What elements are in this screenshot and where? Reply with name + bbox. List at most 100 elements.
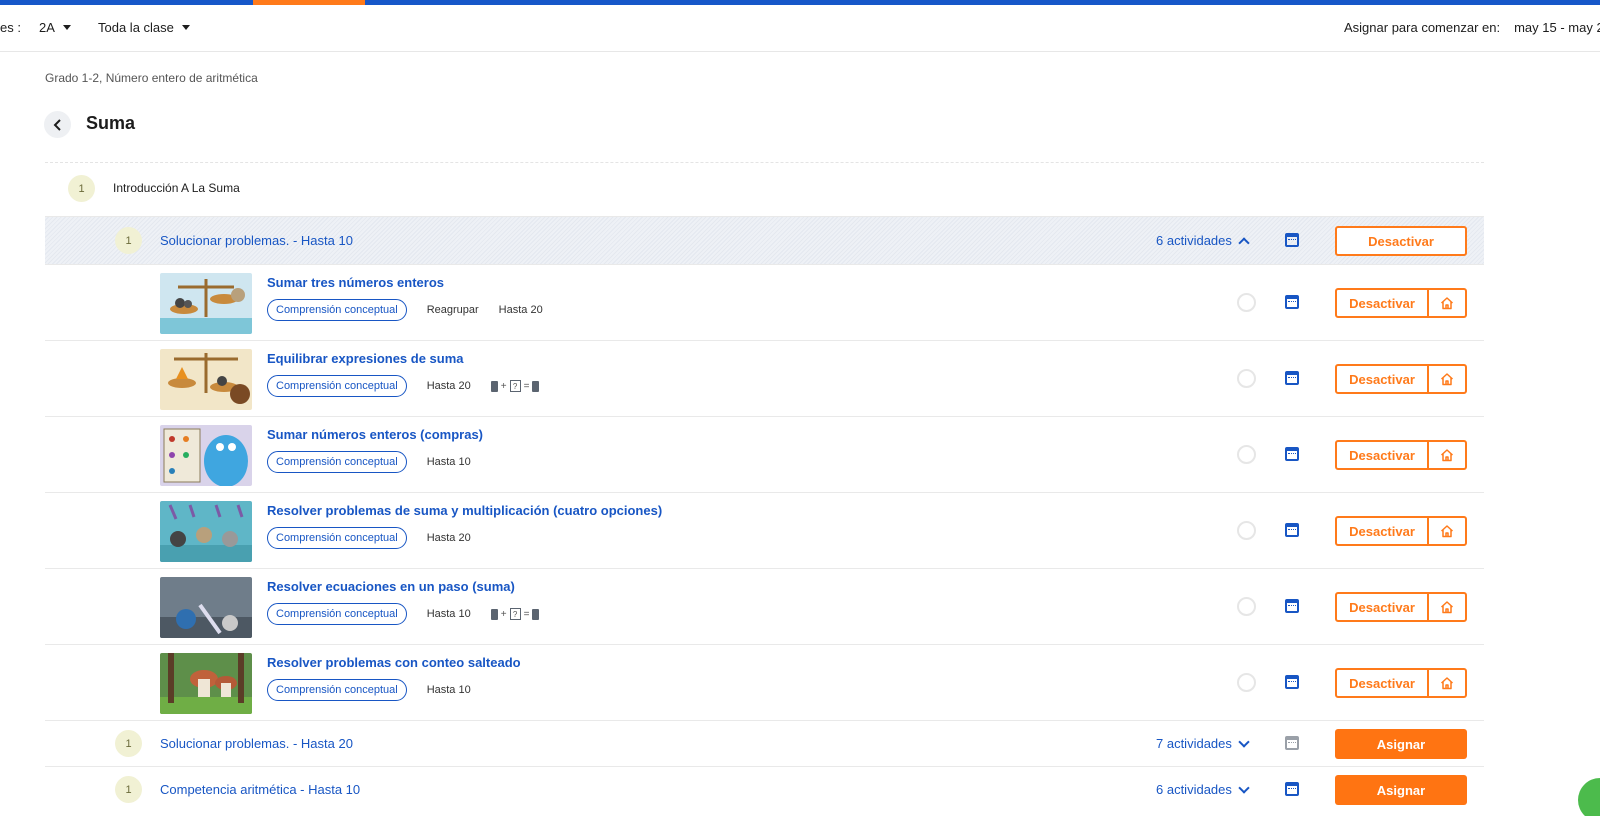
deactivate-split-button: Desactivar	[1335, 440, 1467, 470]
activity-list: 1 Introducción A La Suma 1 Solucionar pr…	[45, 162, 1484, 805]
lesson-row[interactable]: 1 Solucionar problemas. - Hasta 10 6 act…	[45, 217, 1484, 265]
lesson-name[interactable]: Solucionar problemas. - Hasta 10	[160, 233, 353, 248]
equation-block	[532, 380, 540, 392]
equation-icon: +? =	[490, 380, 540, 392]
calendar-icon[interactable]	[1285, 675, 1299, 689]
activity-row: Resolver ecuaciones en un paso (suma) Co…	[45, 569, 1484, 645]
equation-plus: +	[500, 380, 507, 392]
home-icon	[1440, 373, 1454, 386]
equation-block	[490, 608, 498, 620]
unit-number-badge: 1	[68, 175, 95, 202]
equation-unknown-box: ?	[509, 380, 521, 392]
activity-count-toggle[interactable]: 6 actividades	[1156, 781, 1250, 797]
skill-tag: Comprensión conceptual	[267, 527, 407, 549]
calendar-icon[interactable]	[1285, 371, 1299, 385]
home-icon	[1440, 297, 1454, 310]
lesson-number-badge: 1	[115, 776, 142, 803]
class-value: 2A	[38, 20, 55, 35]
activity-thumbnail[interactable]	[160, 501, 252, 562]
deactivate-split-button: Desactivar	[1335, 288, 1467, 318]
progress-indicator	[1237, 673, 1256, 692]
calendar-icon[interactable]	[1285, 233, 1299, 247]
activity-thumbnail[interactable]	[160, 349, 252, 410]
lesson-name[interactable]: Solucionar problemas. - Hasta 20	[160, 736, 353, 751]
lesson-row[interactable]: 1 Competencia aritmética - Hasta 10 6 ac…	[45, 767, 1484, 813]
lesson-row[interactable]: 1 Solucionar problemas. - Hasta 20 7 act…	[45, 721, 1484, 767]
progress-indicator	[1237, 293, 1256, 312]
assign-date-range[interactable]: Asignar para comenzar en: may 15 - may 2…	[1344, 20, 1600, 35]
calendar-icon[interactable]	[1285, 736, 1299, 750]
home-assign-button[interactable]	[1429, 366, 1465, 392]
activity-tags: Comprensión conceptual Hasta 10	[267, 679, 471, 701]
deactivate-button[interactable]: Desactivar	[1337, 670, 1429, 696]
deactivate-split-button: Desactivar	[1335, 592, 1467, 622]
deactivate-button[interactable]: Desactivar	[1337, 290, 1429, 316]
help-chat-button[interactable]	[1578, 778, 1600, 816]
skill-tag: Comprensión conceptual	[267, 375, 407, 397]
chevron-down-icon	[181, 25, 190, 30]
assign-button[interactable]: Asignar	[1335, 775, 1467, 805]
skill-tag: Comprensión conceptual	[267, 299, 407, 321]
class-label: es :	[0, 20, 21, 35]
activity-thumbnail[interactable]	[160, 577, 252, 638]
deactivate-button[interactable]: Desactivar	[1337, 594, 1429, 620]
calendar-icon[interactable]	[1285, 523, 1299, 537]
activity-title[interactable]: Resolver ecuaciones en un paso (suma)	[267, 579, 515, 594]
activity-title[interactable]: Equilibrar expresiones de suma	[267, 351, 464, 366]
equation-equals: =	[523, 380, 530, 392]
deactivate-button[interactable]: Desactivar	[1337, 442, 1429, 468]
calendar-icon[interactable]	[1285, 295, 1299, 309]
progress-indicator	[1237, 445, 1256, 464]
unit-name: Introducción A La Suma	[113, 181, 240, 195]
activity-row: Resolver problemas de suma y multiplicac…	[45, 493, 1484, 569]
equation-equals: =	[523, 608, 530, 620]
breadcrumb: Grado 1-2, Número entero de aritmética	[45, 71, 258, 85]
activity-thumbnail[interactable]	[160, 653, 252, 714]
home-icon	[1440, 677, 1454, 690]
activity-title[interactable]: Resolver problemas de suma y multiplicac…	[267, 503, 662, 518]
deactivate-button[interactable]: Desactivar	[1337, 518, 1429, 544]
audience-selector[interactable]: Toda la clase	[98, 20, 190, 35]
lesson-number-badge: 1	[115, 730, 142, 757]
deactivate-button[interactable]: Desactivar	[1335, 226, 1467, 256]
home-assign-button[interactable]	[1429, 670, 1465, 696]
skill-tag: Comprensión conceptual	[267, 603, 407, 625]
skill-tag: Comprensión conceptual	[267, 451, 407, 473]
activity-tags: Comprensión conceptual Hasta 20 +? =	[267, 375, 540, 397]
equation-icon: +? =	[490, 608, 540, 620]
tag-text: Hasta 10	[426, 684, 471, 696]
home-assign-button[interactable]	[1429, 290, 1465, 316]
activity-title[interactable]: Resolver problemas con conteo salteado	[267, 655, 521, 670]
activity-thumbnail[interactable]	[160, 425, 252, 486]
lesson-name[interactable]: Competencia aritmética - Hasta 10	[160, 782, 360, 797]
activity-title[interactable]: Sumar tres números enteros	[267, 275, 444, 290]
class-selector[interactable]: es : 2A	[0, 20, 71, 35]
page-title: Suma	[86, 113, 136, 133]
back-button[interactable]	[44, 111, 71, 138]
activity-thumbnail[interactable]	[160, 273, 252, 334]
activity-count: 6 actividades	[1156, 233, 1232, 248]
assign-button[interactable]: Asignar	[1335, 729, 1467, 759]
date-range: may 15 - may 21	[1514, 20, 1600, 35]
activity-tags: Comprensión conceptual Reagrupar Hasta 2…	[267, 299, 543, 321]
activity-count-toggle[interactable]: 6 actividades	[1156, 233, 1250, 249]
activity-title[interactable]: Sumar números enteros (compras)	[267, 427, 483, 442]
calendar-icon[interactable]	[1285, 599, 1299, 613]
chevron-up-icon	[1238, 236, 1250, 249]
deactivate-button[interactable]: Desactivar	[1337, 366, 1429, 392]
activity-count: 7 actividades	[1156, 736, 1232, 751]
deactivate-split-button: Desactivar	[1335, 516, 1467, 546]
activity-count-toggle[interactable]: 7 actividades	[1156, 735, 1250, 751]
activity-row: Equilibrar expresiones de suma Comprensi…	[45, 341, 1484, 417]
activity-tags: Comprensión conceptual Hasta 10	[267, 451, 471, 473]
activity-tags: Comprensión conceptual Hasta 20	[267, 527, 471, 549]
calendar-icon[interactable]	[1285, 447, 1299, 461]
toolbar: es : 2A Toda la clase Asignar para comen…	[0, 5, 1600, 52]
calendar-icon[interactable]	[1285, 782, 1299, 796]
chevron-left-icon	[53, 118, 61, 131]
home-icon	[1440, 449, 1454, 462]
home-assign-button[interactable]	[1429, 442, 1465, 468]
home-assign-button[interactable]	[1429, 518, 1465, 544]
progress-indicator	[1237, 369, 1256, 388]
home-assign-button[interactable]	[1429, 594, 1465, 620]
